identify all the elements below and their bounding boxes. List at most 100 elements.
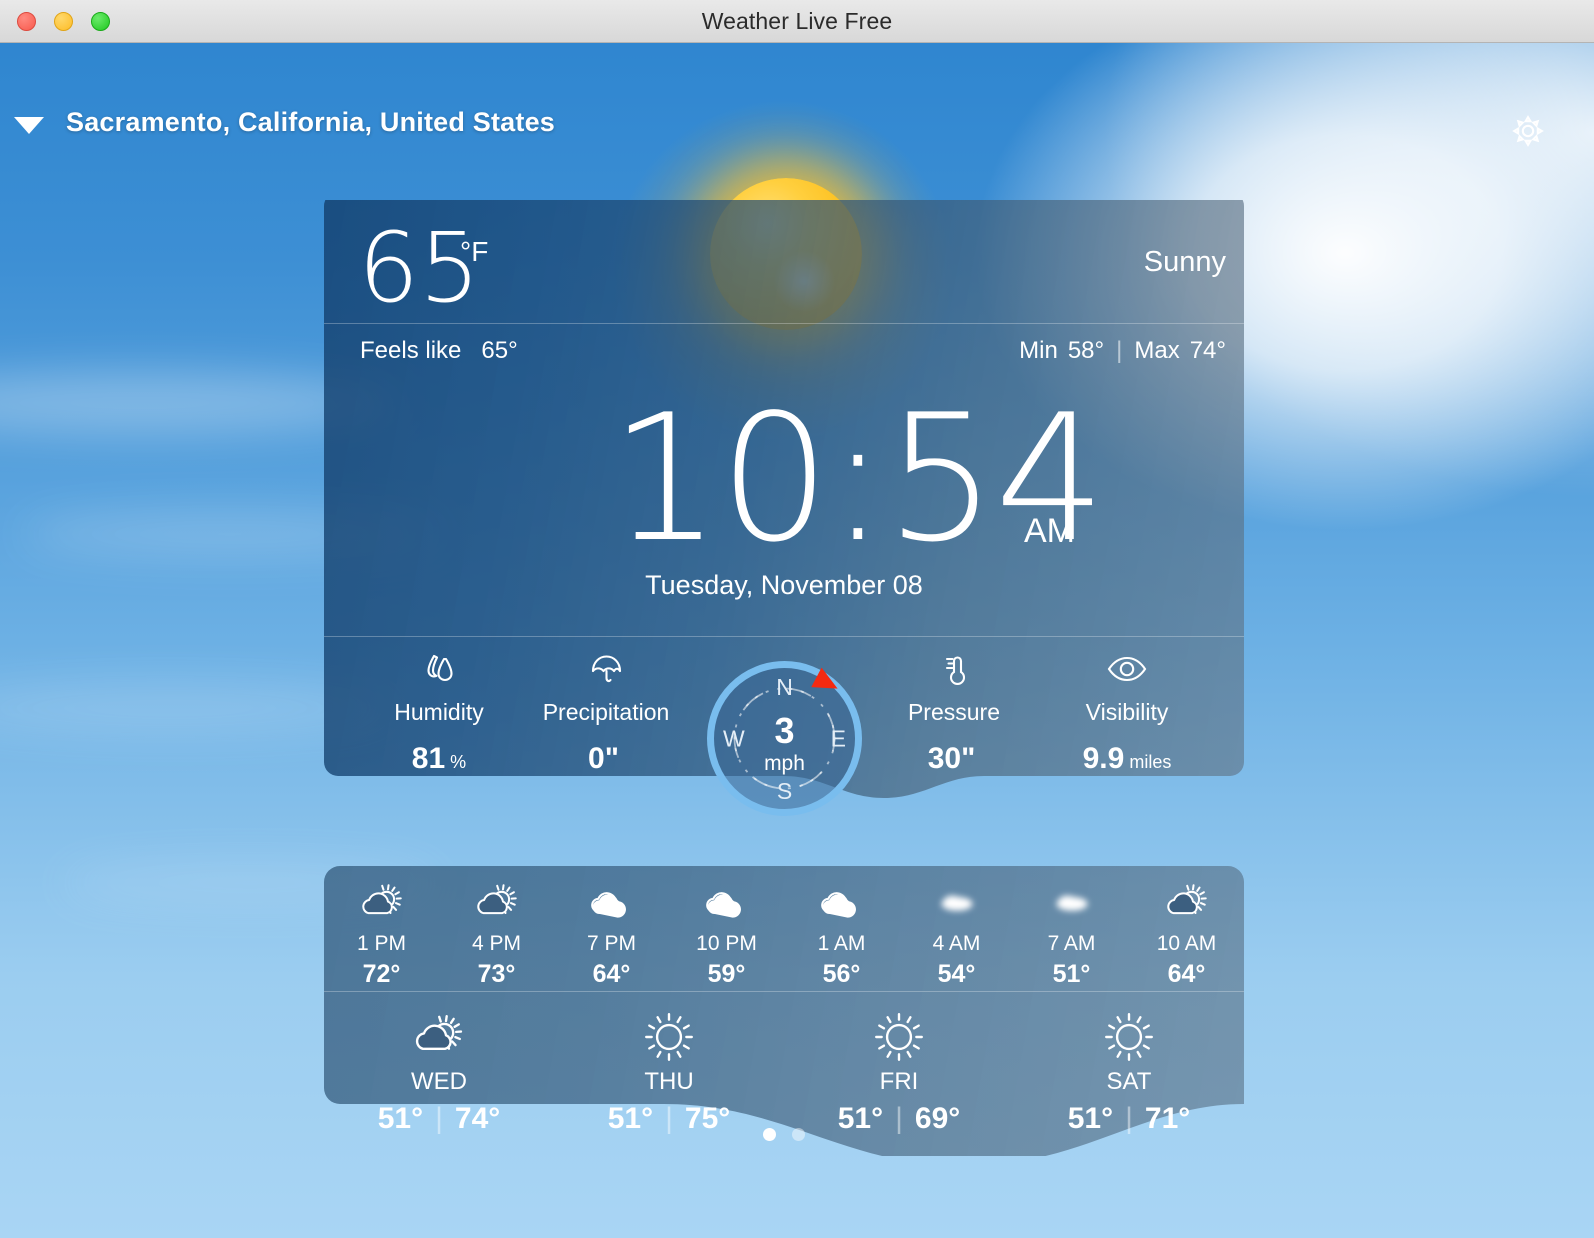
feels-like-label: Feels like [360, 337, 462, 364]
umbrella-icon [521, 645, 691, 693]
daily-item[interactable]: FRI 51° | 69° [784, 996, 1014, 1135]
metric-label: Humidity [394, 699, 484, 725]
eye-icon [1042, 645, 1212, 693]
metric-unit: miles [1129, 752, 1172, 772]
hourly-time: 1 AM [817, 932, 866, 955]
metric-value: 0" [588, 742, 619, 775]
hourly-item[interactable]: 7 AM 51° [1014, 866, 1129, 991]
temperature-unit: °F [460, 236, 489, 267]
hourly-time: 4 PM [471, 932, 521, 955]
cloudy-icon [784, 878, 899, 928]
window-titlebar: Weather Live Free [0, 0, 1594, 43]
daily-day: THU [644, 1068, 694, 1095]
hourly-time: 10 AM [1156, 932, 1217, 955]
hourly-item[interactable]: 1 PM 72° [324, 866, 439, 991]
hourly-item[interactable]: 7 PM 64° [554, 866, 669, 991]
metric-visibility: Visibility 9.9 miles [1042, 645, 1212, 776]
partly-cloudy-icon [324, 1008, 554, 1066]
daily-item[interactable]: WED 51° | 74° [324, 996, 554, 1135]
metric-unit: % [450, 752, 467, 772]
feels-like: Feels like 65° [360, 337, 518, 365]
metric-label: Precipitation [542, 699, 670, 725]
window-title: Weather Live Free [701, 7, 893, 34]
cloudy-icon [669, 878, 784, 928]
minimize-button[interactable] [54, 12, 73, 31]
hourly-temp: 64° [1167, 960, 1206, 988]
metric-pressure: Pressure 30" [869, 645, 1039, 776]
sunny-icon [554, 1008, 784, 1066]
min-value: 58° [1067, 337, 1105, 364]
metric-label: Visibility [1085, 699, 1169, 725]
hourly-temp: 59° [707, 960, 746, 988]
metric-label: Pressure [907, 699, 1001, 725]
metric-value: 30" [927, 742, 976, 775]
page-indicator[interactable] [324, 1128, 1244, 1146]
hourly-item[interactable]: 4 PM 73° [439, 866, 554, 991]
fog-icon [1014, 878, 1129, 928]
hourly-temp: 73° [477, 960, 516, 988]
location-name[interactable]: Sacramento, California, United States [66, 107, 555, 138]
fog-icon [899, 878, 1014, 928]
daily-item[interactable]: THU 51° | 75° [554, 996, 784, 1135]
sunny-icon [1014, 1008, 1244, 1066]
page-dot[interactable] [792, 1128, 805, 1141]
hourly-time: 1 PM [356, 932, 406, 955]
thermometer-icon [869, 645, 1039, 693]
wind-speed-value: 3 [774, 710, 795, 751]
daily-day: WED [411, 1068, 467, 1095]
hourly-item[interactable]: 4 AM 54° [899, 866, 1014, 991]
hourly-time: 10 PM [696, 932, 757, 955]
hourly-temp: 54° [937, 960, 976, 988]
compass-south-label: S [776, 778, 793, 804]
min-max: Min 58° | Max 74° [1019, 337, 1226, 365]
metric-value: 9.9 [1082, 742, 1125, 775]
condition-text: Sunny [1143, 246, 1226, 278]
chevron-down-icon[interactable] [14, 117, 44, 134]
location-header: Sacramento, California, United States [0, 43, 1594, 147]
hourly-time: 4 AM [932, 932, 981, 955]
hourly-item[interactable]: 1 AM 56° [784, 866, 899, 991]
daily-day: FRI [879, 1068, 919, 1095]
close-button[interactable] [17, 12, 36, 31]
daily-item[interactable]: SAT 51° | 71° [1014, 996, 1244, 1135]
metric-precipitation: Precipitation 0" [521, 645, 691, 776]
sunny-icon [784, 1008, 1014, 1066]
hourly-temp: 51° [1052, 960, 1091, 988]
temperature-row: 65 °F Sunny [324, 200, 1244, 323]
hourly-temp: 56° [822, 960, 861, 988]
max-value: 74° [1189, 337, 1226, 364]
minmax-divider: | [1116, 337, 1123, 364]
clock-time: 10:54 [609, 378, 1106, 581]
daily-forecast-row: WED 51° | 74° THU 51° | 75° FRI 51° | 69° SAT … [324, 996, 1244, 1135]
min-label: Min [1019, 337, 1058, 364]
wind-speed-unit: mph [764, 752, 805, 775]
partly-cloudy-icon [1129, 878, 1244, 928]
gear-icon[interactable] [1510, 113, 1546, 149]
partly-cloudy-icon [324, 878, 439, 928]
partly-cloudy-icon [439, 878, 554, 928]
zoom-button[interactable] [91, 12, 110, 31]
current-temperature: 65 [358, 212, 481, 324]
metric-humidity: Humidity 81% [354, 645, 524, 776]
hourly-temp: 72° [362, 960, 401, 988]
feels-like-row: Feels like 65° Min 58° | Max 74° [324, 324, 1244, 382]
clock-date: Tuesday, November 08 [645, 570, 923, 600]
max-label: Max [1134, 337, 1180, 364]
hourly-forecast-row: 1 PM 72° 4 PM 73° 7 PM 64° 10 PM 59° 1 A… [324, 866, 1244, 991]
humidity-drops-icon [354, 645, 524, 693]
metric-value: 81 [411, 742, 446, 775]
hourly-item[interactable]: 10 AM 64° [1129, 866, 1244, 991]
hourly-time: 7 AM [1047, 932, 1096, 955]
wind-compass[interactable]: N E S W 3 mph [707, 661, 862, 816]
hourly-item[interactable]: 10 PM 59° [669, 866, 784, 991]
page-dot[interactable] [763, 1128, 776, 1141]
cloudy-icon [554, 878, 669, 928]
feels-like-value: 65° [481, 337, 518, 364]
hourly-time: 7 PM [586, 932, 636, 955]
daily-day: SAT [1106, 1068, 1152, 1095]
clock-ampm: AM [1024, 512, 1075, 550]
hourly-temp: 64° [592, 960, 631, 988]
clock-block: 10:54 AM Tuesday, November 08 [324, 378, 1244, 600]
window-controls [17, 12, 110, 31]
forecast-card: 1 PM 72° 4 PM 73° 7 PM 64° 10 PM 59° 1 A… [324, 866, 1244, 1156]
